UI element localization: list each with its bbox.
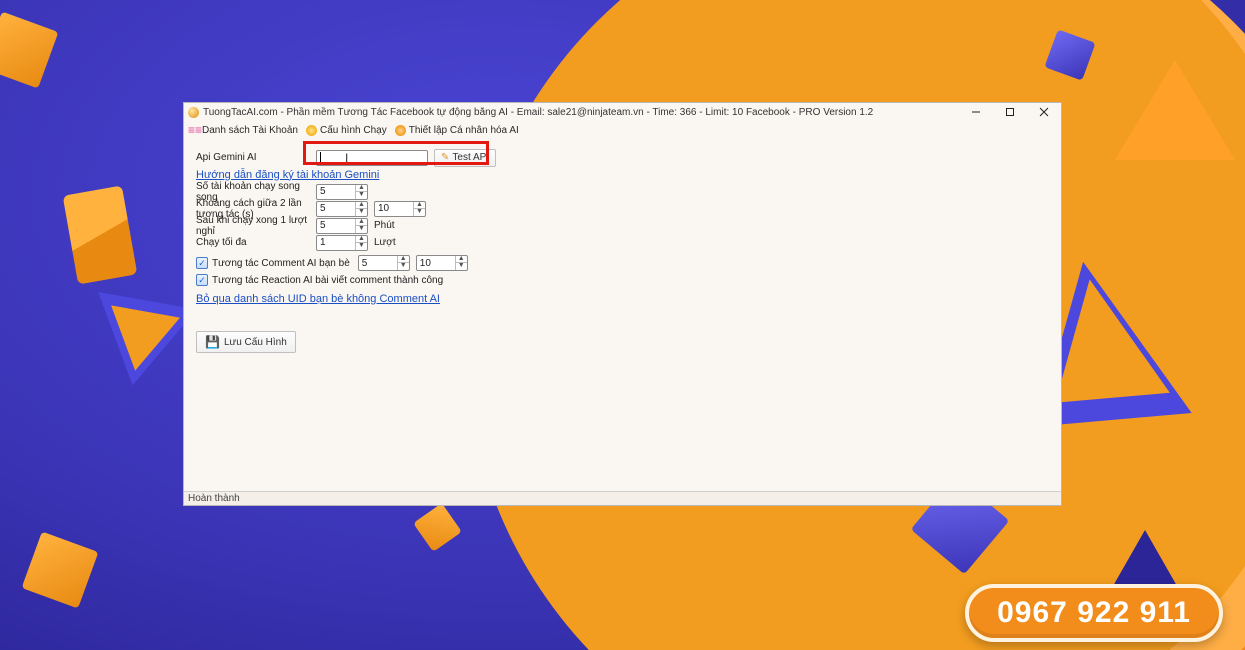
rest-spinner[interactable]: 5 ▲▼ <box>316 218 368 234</box>
reaction-ai-label: Tương tác Reaction AI bài viết comment t… <box>212 275 443 286</box>
pencil-icon: ✎ <box>441 152 449 163</box>
comment-min-spinner[interactable]: 5 ▲▼ <box>358 255 410 271</box>
ai-icon <box>395 125 406 136</box>
api-label: Api Gemini AI <box>196 152 316 163</box>
close-button[interactable] <box>1027 103 1061 121</box>
parallel-spinner[interactable]: 5 ▲▼ <box>316 184 368 200</box>
comment-max-spinner[interactable]: 10 ▲▼ <box>416 255 468 271</box>
save-config-button[interactable]: 💾 Lưu Cấu Hình <box>196 331 296 353</box>
minimize-button[interactable] <box>959 103 993 121</box>
config-panel: Api Gemini AI I ✎ Test API Hướng dẫn đăn… <box>184 139 1061 491</box>
test-api-button[interactable]: ✎ Test API <box>434 149 496 167</box>
gap-max-spinner[interactable]: 10 ▲▼ <box>374 201 426 217</box>
list-icon: ≡ <box>188 125 199 136</box>
tab-accounts[interactable]: ≡ Danh sách Tài Khoản <box>188 125 298 136</box>
titlebar[interactable]: TuongTacAI.com - Phần mềm Tương Tác Face… <box>184 103 1061 121</box>
comment-ai-label: Tương tác Comment AI bạn bè <box>212 258 350 269</box>
max-unit: Lượt <box>374 237 396 248</box>
tab-bar: ≡ Danh sách Tài Khoản Cấu hình Chạy Thiế… <box>184 121 1061 139</box>
rest-label: Sau khi chạy xong 1 lượt nghỉ <box>196 215 316 237</box>
phone-badge: 0967 922 911 <box>965 584 1223 642</box>
gear-icon <box>306 125 317 136</box>
status-text: Hoàn thành <box>188 493 240 504</box>
skip-uid-list-link[interactable]: Bỏ qua danh sách UID bạn bè không Commen… <box>196 293 440 305</box>
reaction-ai-checkbox[interactable] <box>196 274 208 286</box>
tab-label: Cấu hình Chạy <box>320 125 387 136</box>
app-window: TuongTacAI.com - Phần mềm Tương Tác Face… <box>183 102 1062 506</box>
app-icon <box>188 107 199 118</box>
max-spinner[interactable]: 1 ▲▼ <box>316 235 368 251</box>
tab-personalize-ai[interactable]: Thiết lập Cá nhân hóa AI <box>395 125 519 136</box>
tab-run-config[interactable]: Cấu hình Chạy <box>306 125 387 136</box>
comment-ai-checkbox[interactable] <box>196 257 208 269</box>
maximize-button[interactable] <box>993 103 1027 121</box>
api-key-input[interactable]: I <box>316 150 428 166</box>
window-title: TuongTacAI.com - Phần mềm Tương Tác Face… <box>203 107 959 118</box>
rest-unit: Phút <box>374 220 395 231</box>
save-label: Lưu Cấu Hình <box>224 337 287 348</box>
max-label: Chạy tối đa <box>196 237 316 248</box>
tab-label: Thiết lập Cá nhân hóa AI <box>409 125 519 136</box>
save-icon: 💾 <box>205 335 220 349</box>
tab-label: Danh sách Tài Khoản <box>202 125 298 136</box>
gemini-guide-link[interactable]: Hướng dẫn đăng ký tài khoản Gemini <box>196 169 379 181</box>
test-api-label: Test API <box>452 152 489 163</box>
status-bar: Hoàn thành <box>184 491 1061 505</box>
gap-min-spinner[interactable]: 5 ▲▼ <box>316 201 368 217</box>
